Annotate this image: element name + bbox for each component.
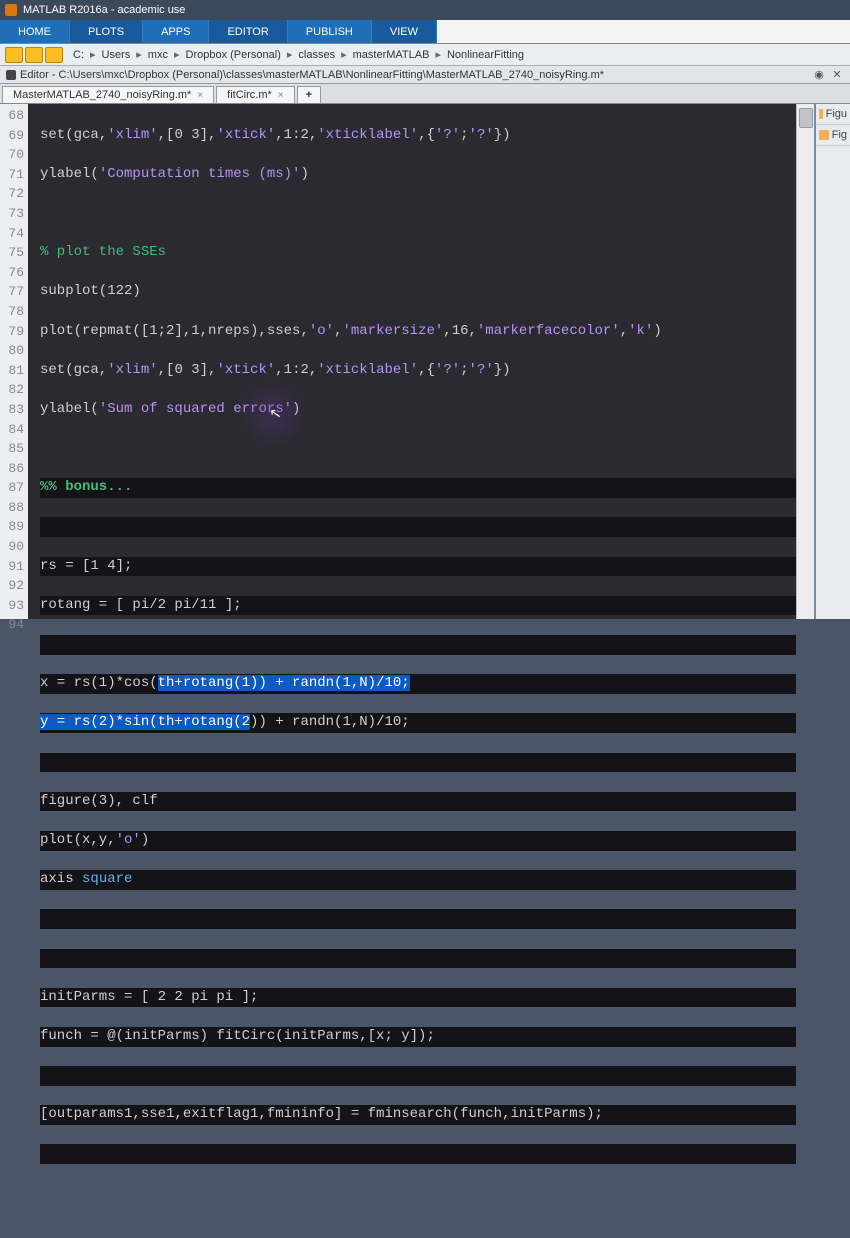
path-nav-icons <box>5 47 63 63</box>
close-icon[interactable]: × <box>197 90 203 101</box>
file-tab[interactable]: fitCirc.m* × <box>216 86 294 103</box>
path-seg[interactable]: NonlinearFitting <box>445 49 526 61</box>
line-number: 68 <box>0 106 24 126</box>
file-tab-label: fitCirc.m* <box>227 89 272 101</box>
dock-label: Fig <box>832 129 847 141</box>
line-number: 82 <box>0 380 24 400</box>
line-number: 75 <box>0 243 24 263</box>
ribbon-tab-apps[interactable]: APPS <box>143 20 209 43</box>
line-number: 92 <box>0 576 24 596</box>
path-sep-icon: ▸ <box>337 48 351 61</box>
line-number: 86 <box>0 459 24 479</box>
line-number: 79 <box>0 322 24 342</box>
line-number: 81 <box>0 361 24 381</box>
scrollbar[interactable] <box>796 104 814 619</box>
editor-icon <box>6 70 16 80</box>
line-number: 70 <box>0 145 24 165</box>
path-sep-icon: ▸ <box>132 48 146 61</box>
line-number: 73 <box>0 204 24 224</box>
titlebar-text: MATLAB R2016a - academic use <box>23 4 185 16</box>
path-seg[interactable]: Users <box>100 49 133 61</box>
path-bar: C:▸ Users▸ mxc▸ Dropbox (Personal)▸ clas… <box>0 44 850 66</box>
titlebar: MATLAB R2016a - academic use <box>0 0 850 20</box>
line-number: 83 <box>0 400 24 420</box>
ribbon-tab-publish[interactable]: PUBLISH <box>288 20 372 43</box>
close-icon[interactable]: × <box>278 90 284 101</box>
matlab-logo-icon <box>5 4 17 16</box>
line-number: 93 <box>0 596 24 616</box>
path-sep-icon: ▸ <box>170 48 184 61</box>
path-seg[interactable]: masterMATLAB <box>351 49 432 61</box>
line-number: 91 <box>0 557 24 577</box>
panel-maximize-icon[interactable]: ◉ <box>812 68 826 82</box>
add-tab-button[interactable]: + <box>297 86 321 103</box>
dock-label: Figu <box>826 108 847 120</box>
line-number: 69 <box>0 126 24 146</box>
line-number: 74 <box>0 224 24 244</box>
file-tab-label: MasterMATLAB_2740_noisyRing.m* <box>13 89 191 101</box>
line-number: 78 <box>0 302 24 322</box>
folder-back-icon[interactable] <box>5 47 23 63</box>
line-number: 77 <box>0 282 24 302</box>
line-number: 90 <box>0 537 24 557</box>
figure-icon <box>819 130 829 140</box>
ribbon-tabs: HOME PLOTS APPS EDITOR PUBLISH VIEW <box>0 20 850 44</box>
line-number: 85 <box>0 439 24 459</box>
editor-header: Editor - C:\Users\mxc\Dropbox (Personal)… <box>0 66 850 84</box>
line-number: 71 <box>0 165 24 185</box>
path-sep-icon: ▸ <box>86 48 100 61</box>
workspace: 68 69 70 71 72 73 74 75 76 77 78 79 80 8… <box>0 104 850 619</box>
editor-pane: 68 69 70 71 72 73 74 75 76 77 78 79 80 8… <box>0 104 814 619</box>
file-tab-bar: MasterMATLAB_2740_noisyRing.m* × fitCirc… <box>0 84 850 104</box>
path-sep-icon: ▸ <box>283 48 297 61</box>
ribbon-tab-editor[interactable]: EDITOR <box>209 20 287 43</box>
path-seg[interactable]: C: <box>71 49 86 61</box>
line-number: 72 <box>0 184 24 204</box>
code-area[interactable]: set(gca,'xlim',[0 3],'xtick',1:2,'xtickl… <box>28 104 796 619</box>
line-number: 89 <box>0 517 24 537</box>
folder-up-icon[interactable] <box>45 47 63 63</box>
ribbon-tab-plots[interactable]: PLOTS <box>70 20 143 43</box>
line-number: 87 <box>0 478 24 498</box>
path-seg[interactable]: mxc <box>146 49 170 61</box>
editor-title: Editor - C:\Users\mxc\Dropbox (Personal)… <box>20 69 604 81</box>
dock-item-figure[interactable]: Fig <box>816 125 850 146</box>
ribbon-tab-view[interactable]: VIEW <box>372 20 437 43</box>
file-tab-active[interactable]: MasterMATLAB_2740_noisyRing.m* × <box>2 86 214 103</box>
path-sep-icon: ▸ <box>431 48 445 61</box>
line-number: 76 <box>0 263 24 283</box>
dock-item-figure[interactable]: Figu <box>816 104 850 125</box>
line-gutter: 68 69 70 71 72 73 74 75 76 77 78 79 80 8… <box>0 104 28 619</box>
line-number: 80 <box>0 341 24 361</box>
path-seg[interactable]: Dropbox (Personal) <box>184 49 283 61</box>
panel-close-icon[interactable]: ✕ <box>830 68 844 82</box>
right-dock: Figu Fig <box>814 104 850 619</box>
line-number: 88 <box>0 498 24 518</box>
line-number: 94 <box>0 615 24 635</box>
ribbon-tab-home[interactable]: HOME <box>0 20 70 43</box>
path-seg[interactable]: classes <box>296 49 337 61</box>
folder-forward-icon[interactable] <box>25 47 43 63</box>
line-number: 84 <box>0 420 24 440</box>
figure-icon <box>819 109 823 119</box>
scroll-thumb[interactable] <box>799 108 813 128</box>
